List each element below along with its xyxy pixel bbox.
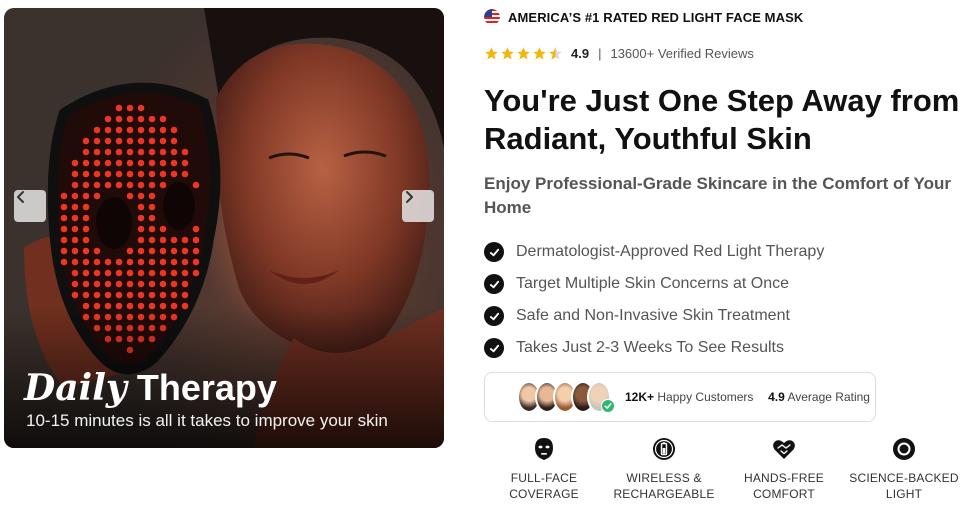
rating-score: 4.9 [571, 45, 590, 61]
average-rating-value: 4.9 [768, 390, 785, 404]
customers-count: 12K+ [625, 390, 655, 404]
battery-icon [651, 436, 677, 462]
feature-full-face: FULL-FACE COVERAGE [484, 436, 604, 502]
chevron-left-icon [17, 191, 24, 203]
us-flag-icon [484, 9, 500, 25]
carousel-next-button[interactable] [402, 190, 434, 222]
rating-separator: | [598, 45, 602, 61]
feature-icons-row: FULL-FACE COVERAGE WIRELESS & RECHARGEAB… [484, 436, 964, 502]
hero-caption-title: Daily Therapy [24, 367, 277, 409]
handshake-heart-icon [771, 436, 797, 462]
benefit-text: Dermatologist-Approved Red Light Therapy [516, 243, 825, 260]
hero-title-italic: Daily [24, 367, 127, 409]
light-ring-icon [891, 436, 917, 462]
list-item: Dermatologist-Approved Red Light Therapy [484, 236, 824, 268]
star-icon [501, 46, 514, 59]
star-rating [484, 46, 563, 61]
check-circle-icon [484, 274, 504, 294]
average-rating-label: Average Rating [787, 390, 870, 404]
top-rated-badge: AMERICA’S #1 RATED RED LIGHT FACE MASK [484, 9, 803, 25]
chevron-right-icon [406, 191, 413, 203]
verified-check-icon [601, 399, 615, 413]
benefit-text: Safe and Non-Invasive Skin Treatment [516, 307, 790, 324]
review-count-link[interactable]: 13600+ Verified Reviews [610, 46, 753, 61]
rating-summary[interactable]: 4.9 | 13600+ Verified Reviews [484, 44, 754, 62]
feature-wireless: WIRELESS & RECHARGEABLE [604, 436, 724, 502]
feature-label: HANDS-FREE COMFORT [743, 471, 824, 501]
product-image-carousel[interactable]: Daily Therapy 10-15 minutes is all it ta… [4, 8, 444, 448]
page-subtitle: Enjoy Professional-Grade Skincare in the… [484, 174, 951, 217]
check-circle-icon [484, 338, 504, 358]
star-icon [517, 46, 530, 59]
hero-caption-subtitle: 10-15 minutes is all it takes to improve… [26, 411, 388, 430]
face-mask-icon [531, 436, 557, 462]
feature-label: SCIENCE-BACKED LIGHT [849, 471, 959, 501]
badge-text: AMERICA’S #1 RATED RED LIGHT FACE MASK [508, 9, 804, 25]
benefit-text: Takes Just 2-3 Weeks To See Results [516, 339, 784, 356]
benefit-text: Target Multiple Skin Concerns at Once [516, 275, 790, 292]
benefit-list: Dermatologist-Approved Red Light Therapy… [484, 236, 824, 364]
star-half-icon [549, 46, 562, 59]
feature-label: WIRELESS & RECHARGEABLE [613, 471, 715, 501]
check-circle-icon [484, 242, 504, 262]
social-proof-box: 12K+ Happy Customers 4.9 Average Rating [484, 372, 876, 422]
star-icon [485, 46, 498, 59]
customers-label: Happy Customers [657, 390, 754, 404]
list-item: Safe and Non-Invasive Skin Treatment [484, 300, 824, 332]
star-icon [533, 46, 546, 59]
page-title: You're Just One Step Away from Radiant, … [484, 83, 960, 156]
feature-science-backed: SCIENCE-BACKED LIGHT [844, 436, 964, 502]
customer-avatars [517, 381, 617, 413]
feature-hands-free: HANDS-FREE COMFORT [724, 436, 844, 502]
hero-title-bold: Therapy [136, 367, 277, 408]
list-item: Target Multiple Skin Concerns at Once [484, 268, 824, 300]
social-proof-text: 12K+ Happy Customers 4.9 Average Rating [625, 390, 870, 404]
carousel-prev-button[interactable] [14, 190, 46, 222]
check-circle-icon [484, 306, 504, 326]
list-item: Takes Just 2-3 Weeks To See Results [484, 332, 824, 364]
feature-label: FULL-FACE COVERAGE [509, 471, 579, 501]
